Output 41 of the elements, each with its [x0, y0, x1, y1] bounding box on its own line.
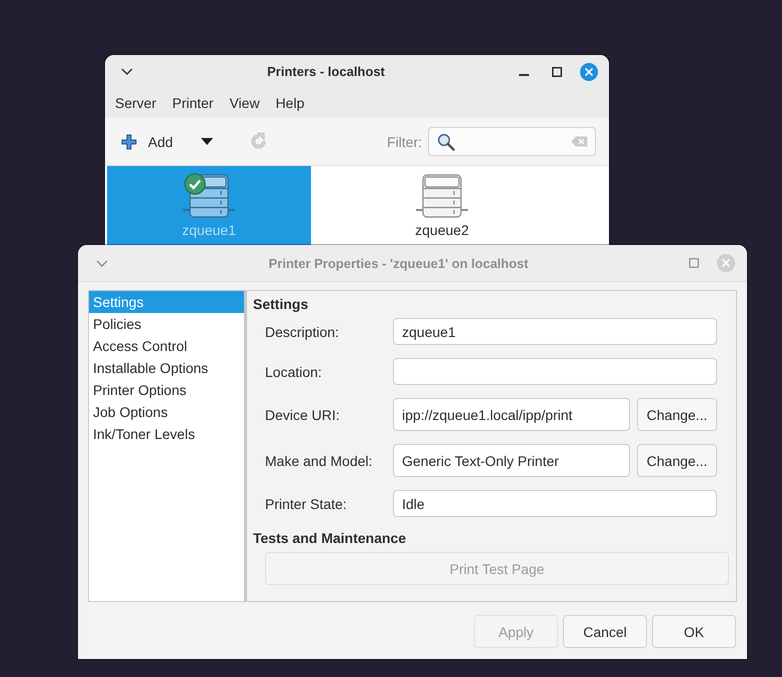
maximize-icon[interactable] — [552, 66, 562, 76]
change-button[interactable]: Change... — [637, 398, 717, 431]
add-button[interactable]: Add — [115, 134, 179, 150]
filter-label: Filter: — [387, 134, 422, 150]
sidebar-item[interactable]: Policies — [89, 313, 244, 335]
window-title: Printer Properties - 'zqueue1' on localhost — [268, 256, 530, 270]
field-label: Location: — [265, 364, 323, 380]
change-button[interactable]: Change... — [637, 444, 717, 477]
sidebar-item[interactable]: Installable Options — [89, 357, 244, 379]
text-field[interactable]: Generic Text-Only Printer — [393, 444, 630, 477]
text-field[interactable] — [393, 358, 717, 385]
clear-icon[interactable] — [571, 136, 588, 147]
sidebar-item[interactable]: Job Options — [89, 401, 244, 423]
field-label: Description: — [265, 324, 340, 340]
search-field[interactable] — [428, 127, 596, 156]
printer-icon — [416, 174, 468, 218]
text-field[interactable]: Idle — [393, 490, 717, 517]
close-icon[interactable] — [580, 62, 598, 80]
menu-item[interactable]: View — [221, 95, 268, 111]
queue-item[interactable]: zqueue2 — [340, 166, 544, 245]
window-title: Printers - localhost — [266, 64, 386, 79]
chevron-down-icon[interactable] — [121, 68, 133, 75]
field-label: Make and Model: — [265, 452, 374, 468]
dialog-button[interactable]: Cancel — [563, 615, 647, 648]
sidebar-item[interactable]: Access Control — [89, 335, 244, 357]
sidebar-item[interactable]: Printer Options — [89, 379, 244, 401]
caret-icon[interactable] — [200, 138, 213, 145]
field-label: Device URI: — [265, 406, 341, 422]
menu-item[interactable]: Help — [268, 95, 312, 111]
field-label: Printer State: — [265, 496, 348, 512]
minimize-icon[interactable] — [519, 74, 529, 76]
plus-icon — [121, 134, 137, 150]
search-icon — [437, 132, 455, 150]
text-field[interactable]: zqueue1 — [393, 318, 717, 345]
section-heading: Tests and Maintenance — [253, 530, 406, 547]
menu-item[interactable]: Server — [107, 95, 164, 111]
text-field[interactable]: ipp://zqueue1.local/ipp/print — [393, 398, 630, 431]
menu-item[interactable]: Printer — [164, 95, 222, 111]
dialog-button[interactable]: OK — [652, 615, 736, 648]
section-heading: Settings — [253, 296, 308, 313]
sidebar-item[interactable]: Ink/Toner Levels — [89, 423, 244, 445]
